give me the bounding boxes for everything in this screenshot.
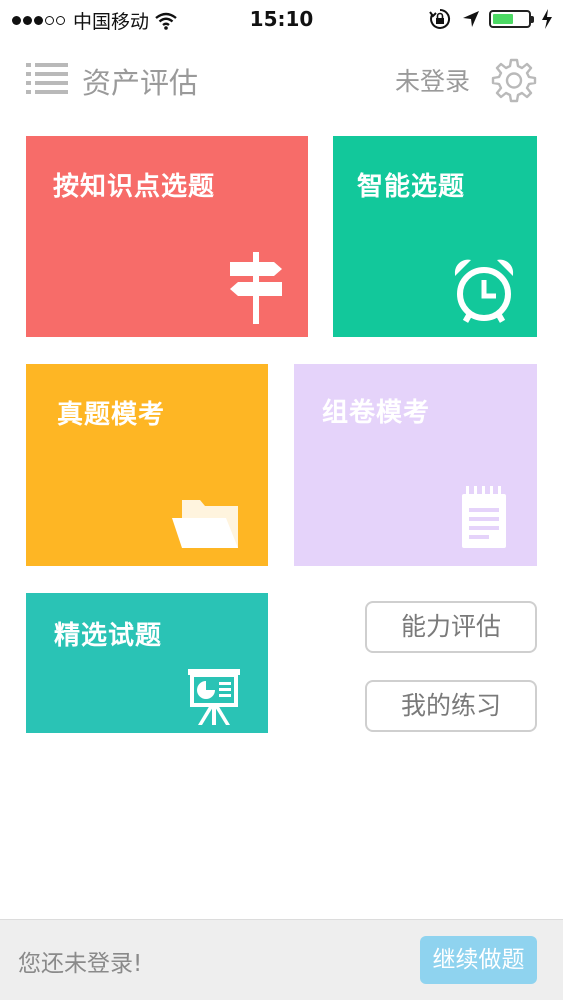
bottom-bar: 您还未登录! 继续做题 <box>0 919 563 1000</box>
rotation-lock-icon <box>429 8 451 29</box>
signpost-icon <box>230 252 282 324</box>
battery-icon <box>489 10 534 28</box>
login-status-link[interactable]: 未登录 <box>395 62 470 98</box>
location-arrow-icon <box>463 11 479 27</box>
tile-label: 组卷模考 <box>322 398 431 428</box>
ability-assessment-button[interactable]: 能力评估 <box>365 601 537 653</box>
battery-level <box>493 14 514 24</box>
tile-label: 智能选题 <box>357 172 466 202</box>
notepad-icon <box>462 486 506 548</box>
tile-custom-paper-mock[interactable]: 组卷模考 <box>294 364 537 566</box>
tile-label: 真题模考 <box>57 400 166 430</box>
tile-smart-selection[interactable]: 智能选题 <box>333 136 537 337</box>
status-right <box>429 8 553 30</box>
my-practice-button[interactable]: 我的练习 <box>365 680 537 732</box>
list-menu-icon[interactable] <box>26 62 68 94</box>
tile-label: 按知识点选题 <box>53 172 216 202</box>
page-title: 资产评估 <box>82 66 199 100</box>
folder-icon <box>172 500 238 548</box>
presentation-board-icon <box>188 669 240 725</box>
charging-bolt-icon <box>542 9 552 29</box>
not-logged-in-message: 您还未登录! <box>18 951 143 977</box>
continue-practice-button[interactable]: 继续做题 <box>420 936 537 984</box>
app-header: 资产评估 未登录 <box>0 40 563 120</box>
tile-select-by-knowledge-point[interactable]: 按知识点选题 <box>26 136 308 337</box>
tile-label: 精选试题 <box>54 621 163 651</box>
tile-past-exam-mock[interactable]: 真题模考 <box>26 364 268 566</box>
gear-icon[interactable] <box>491 57 537 103</box>
tile-selected-questions[interactable]: 精选试题 <box>26 593 268 733</box>
alarm-clock-icon <box>454 259 514 323</box>
status-bar: 中国移动 15:10 <box>0 0 563 40</box>
